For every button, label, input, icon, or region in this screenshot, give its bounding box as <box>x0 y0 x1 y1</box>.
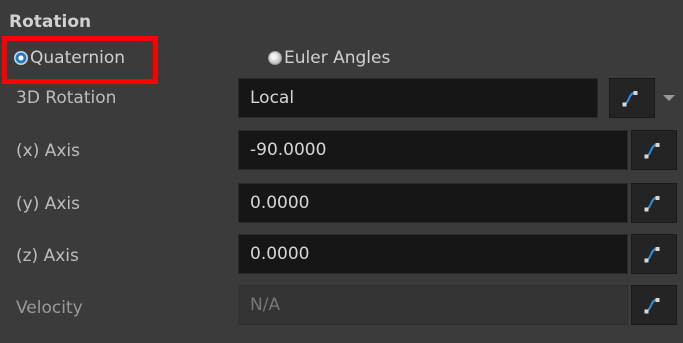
function-curve-icon <box>622 91 638 107</box>
function-curve-icon <box>644 247 660 263</box>
radio-unchecked-icon <box>268 51 282 65</box>
function-curve-icon <box>644 196 660 212</box>
section-title: Rotation <box>9 12 92 32</box>
velocity-label: Velocity <box>16 298 83 318</box>
x-axis-function-button[interactable] <box>631 130 677 170</box>
x-axis-field[interactable]: -90.0000 <box>238 130 628 170</box>
function-curve-icon <box>644 298 660 314</box>
velocity-function-button[interactable] <box>631 285 677 325</box>
euler-angles-radio[interactable]: Euler Angles <box>268 46 390 70</box>
radio-checked-icon <box>14 51 28 65</box>
3d-rotation-label: 3D Rotation <box>16 88 117 108</box>
3d-rotation-function-button[interactable] <box>609 78 655 118</box>
y-axis-label: (y) Axis <box>16 194 80 214</box>
dropdown-arrow-icon[interactable] <box>663 95 675 101</box>
rotation-panel: Rotation Quaternion Euler Angles 3D Rota… <box>0 0 683 343</box>
x-axis-label: (x) Axis <box>16 141 80 161</box>
y-axis-field[interactable]: 0.0000 <box>238 183 628 223</box>
velocity-field: N/A <box>238 285 628 325</box>
function-curve-icon <box>644 143 660 159</box>
y-axis-function-button[interactable] <box>631 183 677 223</box>
z-axis-label: (z) Axis <box>16 246 79 266</box>
z-axis-function-button[interactable] <box>631 234 677 274</box>
3d-rotation-field[interactable]: Local <box>238 78 598 118</box>
quaternion-radio[interactable]: Quaternion <box>14 46 125 70</box>
quaternion-radio-label: Quaternion <box>30 48 126 68</box>
z-axis-field[interactable]: 0.0000 <box>238 234 628 274</box>
euler-angles-radio-label: Euler Angles <box>284 48 391 68</box>
